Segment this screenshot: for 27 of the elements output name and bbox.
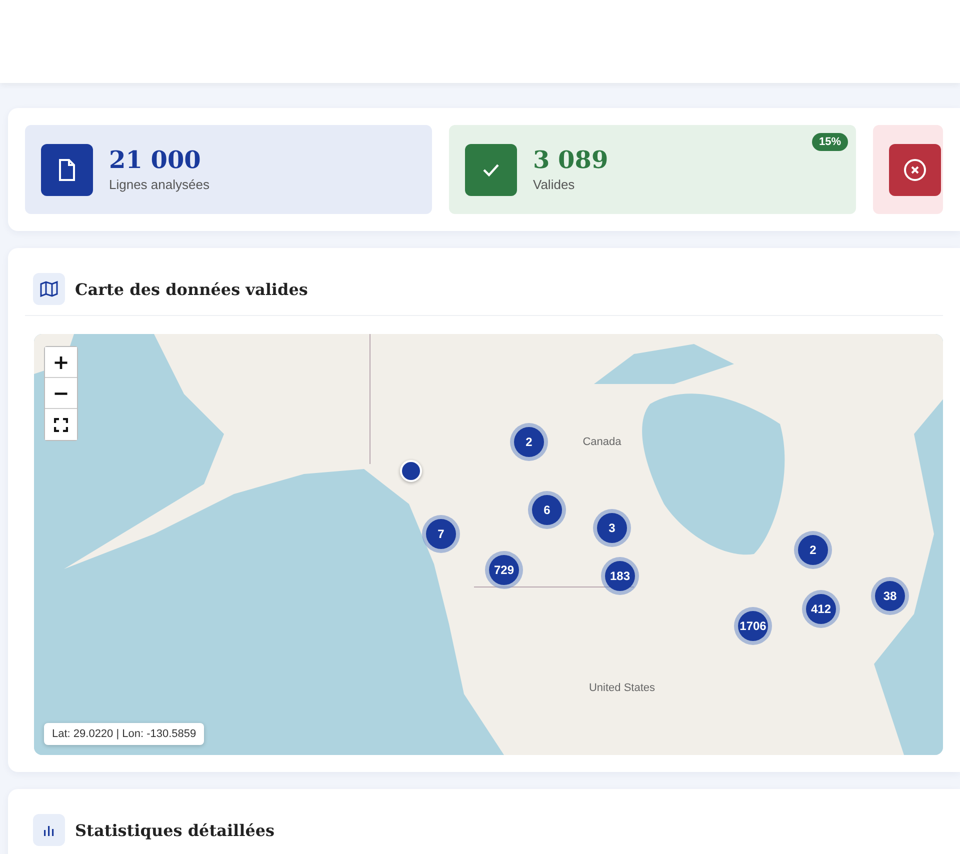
cluster-marker[interactable]: 7 bbox=[422, 515, 460, 553]
place-label: Canada bbox=[582, 436, 622, 448]
stat-label: Valides bbox=[533, 177, 576, 192]
chart-icon bbox=[33, 814, 65, 846]
coordinates-label: Lat: 29.0220 | Lon: -130.5859 bbox=[44, 723, 204, 745]
percent-badge: 15% bbox=[812, 133, 848, 151]
cluster-marker[interactable]: 2 bbox=[510, 423, 548, 461]
stat-value: 3 089 bbox=[533, 146, 608, 174]
cluster-marker[interactable]: 2 bbox=[794, 531, 832, 569]
cluster-marker[interactable]: 412 bbox=[802, 590, 840, 628]
stat-value: 21 000 bbox=[109, 146, 202, 174]
place-label: United States bbox=[588, 682, 656, 694]
fullscreen-icon bbox=[54, 418, 68, 432]
panel-title: Carte des données valides bbox=[75, 280, 308, 298]
cluster-marker[interactable]: 1706 bbox=[734, 607, 772, 645]
cluster-marker[interactable]: 729 bbox=[485, 551, 523, 589]
cluster-marker[interactable]: 3 bbox=[593, 509, 631, 547]
cluster-marker[interactable]: 38 bbox=[871, 577, 909, 615]
map-icon bbox=[33, 273, 65, 305]
zoom-in-button[interactable]: + bbox=[45, 347, 77, 378]
document-icon bbox=[56, 158, 78, 182]
stat-label: Lignes analysées bbox=[109, 177, 210, 192]
cluster-marker[interactable]: 183 bbox=[601, 557, 639, 595]
x-circle-icon bbox=[903, 158, 927, 182]
panel-title: Statistiques détaillées bbox=[75, 820, 275, 840]
cluster-marker[interactable]: 6 bbox=[528, 491, 566, 529]
check-icon bbox=[481, 162, 501, 178]
